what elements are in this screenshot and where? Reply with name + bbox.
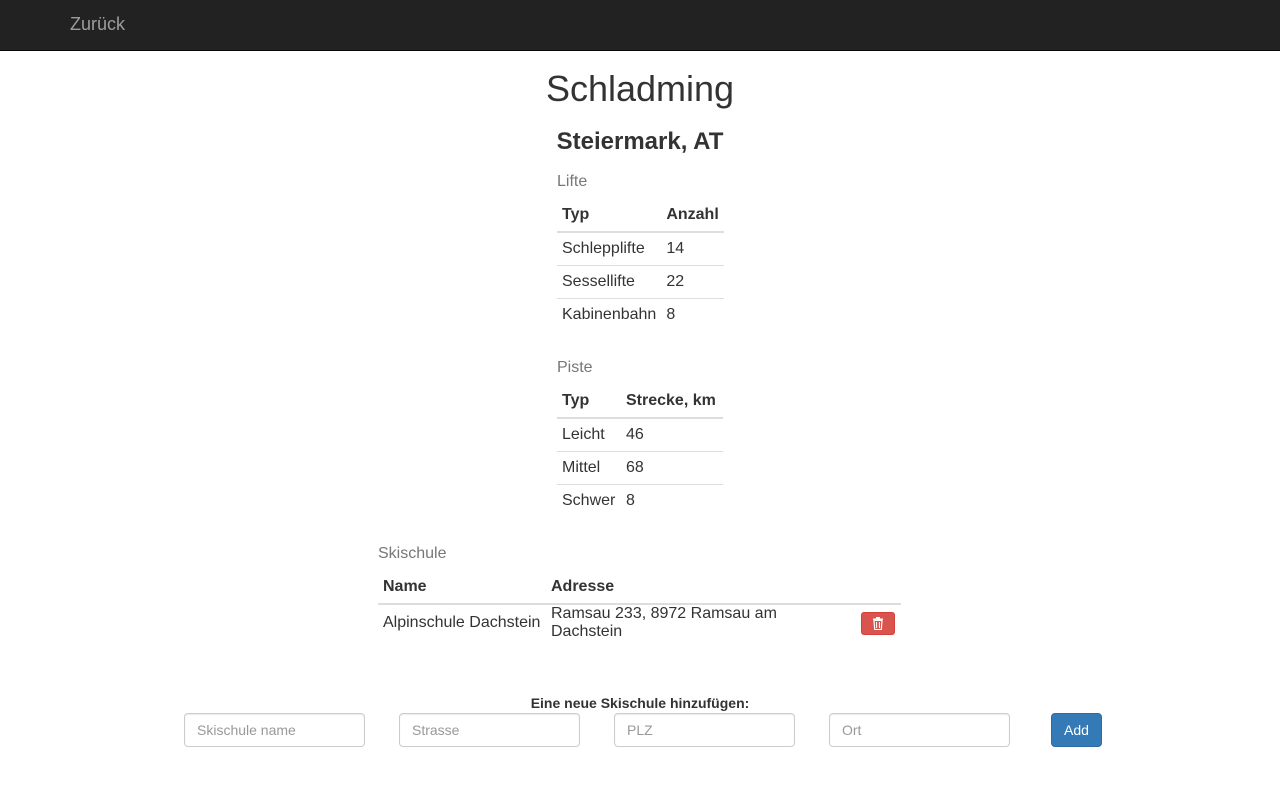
table-header-row: Typ Strecke, km — [557, 385, 723, 419]
table-cell — [856, 604, 901, 641]
school-name-input[interactable] — [184, 713, 365, 747]
city-input[interactable] — [829, 713, 1010, 747]
column-header: Strecke, km — [621, 385, 723, 419]
column-header: Adresse — [546, 571, 856, 605]
table-row: Mittel 68 — [557, 450, 723, 484]
table-cell: 46 — [626, 425, 644, 443]
column-header: Typ — [557, 199, 662, 233]
table-cell: 8 — [621, 483, 723, 517]
schools-label: Skischule — [378, 545, 447, 562]
table-header-row: Typ Anzahl — [557, 199, 724, 233]
table-cell: Kabinenbahn — [557, 297, 662, 331]
table-cell: Schwer — [557, 483, 621, 517]
table-row: Kabinenbahn 8 — [557, 297, 724, 331]
zip-input[interactable] — [614, 713, 795, 747]
street-input[interactable] — [399, 713, 580, 747]
table-cell: Alpinschule Dachstein — [383, 614, 541, 631]
column-header: Name — [378, 571, 546, 605]
slopes-table: Typ Strecke, km Leicht 46 Mittel 68 Schw… — [557, 385, 723, 517]
navbar: Zurück — [0, 0, 1280, 51]
column-header: Typ — [557, 385, 621, 419]
table-header-row: Name Adresse — [378, 571, 901, 605]
table-cell: 14 — [666, 239, 685, 257]
page-title: Schladming — [545, 68, 735, 109]
table-cell: 68 — [621, 450, 723, 484]
table-cell: 8 — [661, 297, 724, 331]
add-button[interactable]: Add — [1051, 713, 1102, 747]
table-cell: Leicht — [562, 425, 605, 443]
lifts-table: Typ Anzahl Schlepplifte 14 Sessellifte 2… — [557, 199, 724, 331]
table-row: Leicht 46 — [557, 418, 723, 451]
table-cell: Mittel — [557, 450, 621, 484]
slopes-label: Piste — [557, 359, 593, 376]
table-cell: Schlepplifte — [562, 239, 645, 257]
back-link[interactable]: Zurück — [70, 14, 125, 35]
table-cell: 22 — [661, 264, 724, 298]
trash-icon — [873, 616, 883, 630]
table-row: Schlepplifte 14 — [557, 232, 724, 265]
add-school-heading: Eine neue Skischule hinzufügen: — [530, 695, 750, 711]
column-header: Anzahl — [661, 199, 724, 233]
table-row: Sessellifte 22 — [557, 264, 724, 298]
delete-button[interactable] — [861, 611, 895, 635]
table-cell: Ramsau 233, 8972 Ramsau am Dachstein — [551, 605, 777, 640]
schools-table: Name Adresse Alpinschule Dachstein Ramsa… — [378, 571, 901, 641]
lifts-label: Lifte — [557, 173, 588, 190]
actions-header — [856, 571, 901, 605]
table-row: Schwer 8 — [557, 483, 723, 517]
region-subtitle: Steiermark, AT — [556, 128, 724, 155]
table-cell: Sessellifte — [557, 264, 662, 298]
table-row: Alpinschule Dachstein Ramsau 233, 8972 R… — [378, 604, 901, 641]
